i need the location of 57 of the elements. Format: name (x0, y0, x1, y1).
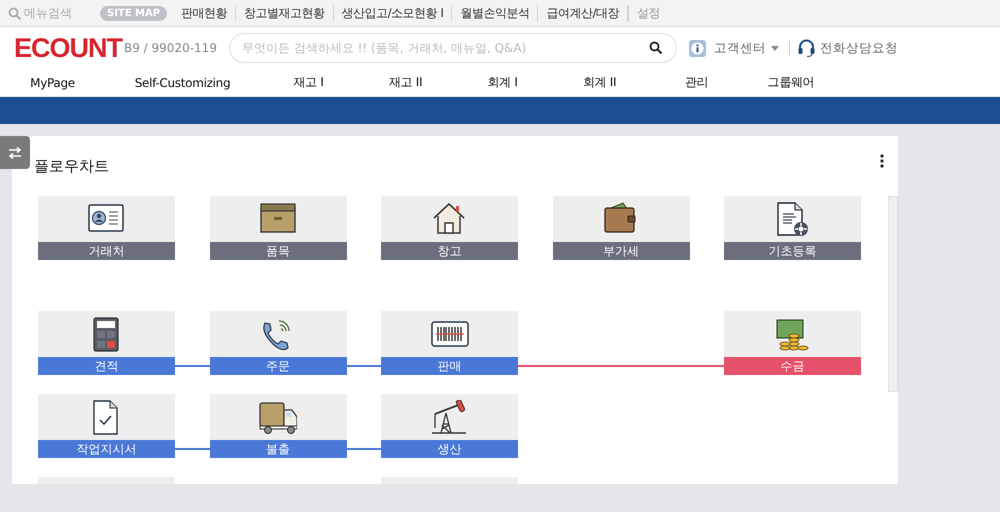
flowchart-node[interactable]: 거래처 (38, 196, 175, 260)
node-label: 기초등록 (724, 242, 861, 260)
quick-menu-link[interactable]: 판매현황 (173, 4, 236, 22)
flowchart-node[interactable]: 주문 (210, 311, 346, 375)
node-label: 부가세 (552, 242, 690, 260)
quick-menu-link[interactable]: 창고별재고현황 (236, 4, 334, 22)
nav-menu-item[interactable]: 재고 II (357, 74, 454, 91)
flowchart-node[interactable]: 견적 (38, 311, 175, 375)
caret-icon (770, 46, 779, 50)
quick-menu-link[interactable]: 월별손익분석 (452, 4, 538, 22)
nav-menu-item[interactable]: 재고 I (260, 74, 357, 91)
search-field[interactable]: 무엇이든 검색하세요 !! (품목, 거래처, 매뉴얼, Q&A) (228, 33, 677, 63)
flowchart-node[interactable]: 기초등록 (724, 196, 861, 260)
node-label: 생산 (381, 440, 518, 458)
flowchart-node[interactable]: 불출 (210, 394, 346, 458)
logo[interactable]: ECOUNT (14, 32, 124, 64)
nav-menu-item[interactable]: 그룹웨어 (745, 74, 837, 91)
phone-consult-link[interactable]: 전화상담요청 (798, 39, 898, 57)
help-center-label: 고객센터 (714, 40, 766, 56)
node-label: 견적 (38, 357, 175, 375)
nav-menu-item[interactable]: Self-Customizing (105, 76, 260, 90)
nav-menu-item[interactable]: 관리 (648, 74, 745, 91)
node-label: 불출 (210, 440, 346, 458)
menu-search-field[interactable]: 메뉴검색 (24, 6, 94, 20)
quick-menu-link[interactable]: 급여계산/대장 (538, 4, 628, 22)
more-options-icon (880, 154, 884, 168)
flowchart-node[interactable]: 부가세 (552, 196, 690, 260)
truck-icon (259, 400, 297, 434)
flowchart-node[interactable]: 생산 (381, 394, 518, 458)
flowchart-node[interactable]: 수금 (724, 311, 861, 375)
info-icon (688, 40, 706, 56)
swap-button[interactable] (0, 136, 30, 169)
node-label: 주문 (210, 357, 346, 375)
nav-menu-item[interactable]: MyPage (0, 76, 105, 90)
flowchart-node[interactable]: 품목 (210, 196, 346, 260)
node-label: 거래처 (38, 242, 175, 260)
node-label: 창고 (381, 242, 518, 260)
flowchart-node[interactable]: 판매 (381, 311, 518, 375)
quick-menu-link[interactable]: 생산입고/소모현황 I (334, 4, 452, 22)
node-label: 품목 (210, 242, 346, 260)
help-center-menu[interactable]: 고객센터 (714, 40, 779, 56)
flowchart-node[interactable]: 창고 (381, 196, 518, 260)
cash-coins-icon (774, 316, 812, 352)
node-label: 작업지시서 (38, 440, 175, 458)
headset-icon (798, 39, 815, 57)
nav-menu-item[interactable]: 회계 II (551, 74, 648, 91)
swap-arrows-icon (8, 146, 22, 158)
panel-title: 플로우차트 (34, 156, 109, 176)
pump-jack-icon (430, 400, 468, 434)
node-label: 판매 (381, 357, 518, 375)
company-code: B9 / 99020-119 (124, 41, 217, 55)
nav-menu-item[interactable]: 회계 I (454, 74, 551, 91)
search-icon (8, 6, 21, 20)
node-label: 수금 (724, 357, 861, 375)
search-icon (648, 41, 663, 55)
scrollbar[interactable] (888, 196, 898, 392)
flowchart-node[interactable]: 작업지시서 (38, 394, 175, 458)
